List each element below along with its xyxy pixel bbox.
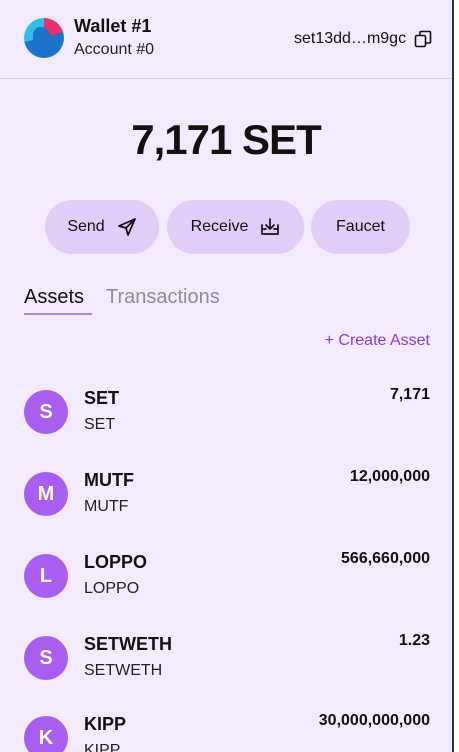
- asset-amount: 7,171: [389, 386, 430, 403]
- send-button[interactable]: Send: [45, 200, 159, 254]
- wallet-address[interactable]: set13dd…m9gc: [294, 30, 406, 48]
- asset-symbol: SETWETH: [84, 662, 163, 679]
- asset-icon: M: [24, 472, 68, 516]
- asset-amount: 1.23: [398, 632, 430, 649]
- asset-row[interactable]: M MUTF MUTF 12,000,000: [0, 454, 452, 536]
- faucet-button[interactable]: Faucet: [311, 200, 410, 254]
- asset-symbol: LOPPO: [84, 580, 140, 597]
- send-icon: [117, 218, 136, 236]
- send-label: Send: [67, 218, 105, 235]
- create-asset-link[interactable]: + Create Asset: [325, 332, 430, 350]
- asset-symbol: MUTF: [84, 498, 129, 515]
- asset-amount: 12,000,000: [349, 468, 430, 485]
- asset-name: LOPPO: [84, 552, 148, 572]
- asset-row[interactable]: L LOPPO LOPPO 566,660,000: [0, 536, 452, 618]
- wallet-name[interactable]: Wallet #1: [74, 16, 151, 37]
- asset-row[interactable]: K KIPP KIPP 30,000,000,000: [0, 700, 452, 752]
- asset-icon: L: [24, 554, 68, 598]
- asset-icon: S: [24, 390, 68, 434]
- asset-amount: 566,660,000: [341, 550, 430, 567]
- asset-row[interactable]: S SET SET 7,171: [0, 372, 452, 454]
- asset-icon: K: [24, 716, 68, 752]
- wallet-header: Wallet #1 Account #0 set13dd…m9gc: [0, 0, 452, 79]
- asset-amount: 30,000,000,000: [318, 712, 430, 729]
- asset-symbol: SET: [84, 416, 116, 433]
- account-name[interactable]: Account #0: [74, 41, 154, 59]
- active-tab-indicator: [24, 313, 92, 315]
- asset-name: SETWETH: [84, 634, 172, 654]
- asset-symbol: KIPP: [84, 742, 121, 752]
- balance-amount: 7,171 SET: [131, 116, 321, 163]
- tab-assets[interactable]: Assets: [24, 286, 84, 309]
- asset-name: MUTF: [84, 470, 134, 490]
- copy-icon[interactable]: [414, 30, 432, 48]
- asset-icon: S: [24, 636, 68, 680]
- receive-button[interactable]: Receive: [167, 200, 304, 254]
- wallet-avatar[interactable]: [24, 18, 64, 58]
- receive-label: Receive: [190, 218, 249, 235]
- asset-name: SET: [84, 388, 120, 408]
- asset-row[interactable]: S SETWETH SETWETH 1.23: [0, 618, 452, 700]
- tab-transactions[interactable]: Transactions: [106, 286, 220, 309]
- download-icon: [261, 218, 280, 235]
- wallet-panel: Wallet #1 Account #0 set13dd…m9gc 7,171 …: [0, 0, 454, 752]
- asset-name: KIPP: [84, 714, 127, 734]
- faucet-label: Faucet: [336, 218, 385, 235]
